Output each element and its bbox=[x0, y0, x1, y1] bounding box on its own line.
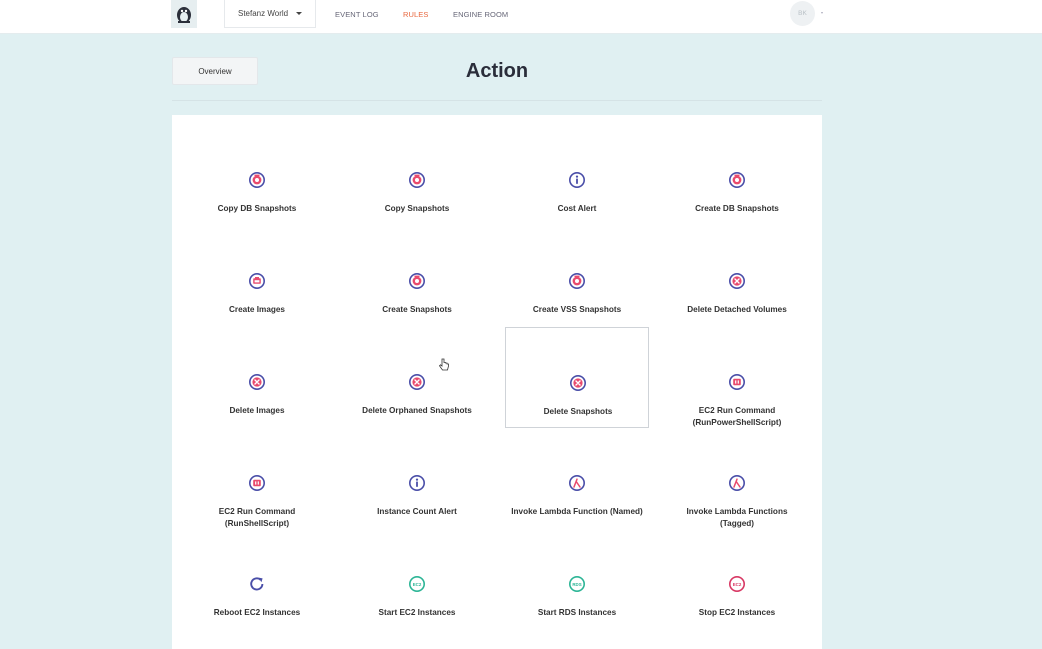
action-label-line1: Invoke Lambda Function (Named) bbox=[511, 507, 643, 516]
lambda-icon bbox=[728, 474, 746, 492]
delete-icon bbox=[569, 374, 587, 392]
action-label-line1: Create DB Snapshots bbox=[695, 204, 779, 213]
rds-start-icon: RDS bbox=[568, 575, 586, 593]
action-label: Cost Alert bbox=[505, 203, 649, 215]
nav-event-log[interactable]: EVENT LOG bbox=[335, 10, 379, 19]
action-label-line1: Create Images bbox=[229, 305, 285, 314]
action-label: Create Images bbox=[185, 304, 329, 316]
info-icon bbox=[408, 474, 426, 492]
run-command-icon bbox=[728, 373, 746, 391]
penguin-logo-icon bbox=[177, 7, 191, 23]
action-card[interactable]: Delete Snapshots bbox=[505, 327, 649, 428]
action-label: Copy DB Snapshots bbox=[185, 203, 329, 215]
action-label: EC2 Run Command (RunPowerShellScript) bbox=[665, 405, 809, 429]
reboot-icon bbox=[248, 575, 266, 593]
mouse-pointer-icon bbox=[438, 358, 449, 371]
action-label: Start EC2 Instances bbox=[345, 607, 489, 619]
action-label-line1: Start EC2 Instances bbox=[378, 608, 456, 617]
action-label: Start RDS Instances bbox=[505, 607, 649, 619]
action-label: Invoke Lambda Functions (Tagged) bbox=[665, 506, 809, 530]
action-card[interactable]: Invoke Lambda Function (Named) bbox=[505, 428, 649, 529]
action-label: Create DB Snapshots bbox=[665, 203, 809, 215]
ec2-start-icon: EC2 bbox=[408, 575, 426, 593]
action-card[interactable]: Create Images bbox=[185, 226, 329, 327]
page-title: Action bbox=[465, 60, 529, 82]
action-card[interactable]: Copy DB Snapshots bbox=[185, 125, 329, 226]
action-card[interactable]: Delete Orphaned Snapshots bbox=[345, 327, 489, 428]
snapshot-icon bbox=[728, 171, 746, 189]
action-card[interactable]: EC2 Stop EC2 Instances bbox=[665, 529, 809, 630]
action-card[interactable]: Create DB Snapshots bbox=[665, 125, 809, 226]
snapshot-icon bbox=[568, 272, 586, 290]
workspace-name: Stefanz World bbox=[238, 9, 289, 18]
action-label: Reboot EC2 Instances bbox=[185, 607, 329, 619]
action-label-line1: Delete Detached Volumes bbox=[687, 305, 787, 314]
action-label: EC2 Run Command (RunShellScript) bbox=[185, 506, 329, 530]
snapshot-icon bbox=[248, 171, 266, 189]
action-label-line1: Cost Alert bbox=[557, 204, 597, 213]
action-card[interactable]: Cost Alert bbox=[505, 125, 649, 226]
ec2-stop-icon: EC2 bbox=[728, 575, 746, 593]
action-card[interactable]: Reboot EC2 Instances bbox=[185, 529, 329, 630]
action-label: Copy Snapshots bbox=[345, 203, 489, 215]
action-label-line1: Copy Snapshots bbox=[384, 204, 450, 213]
action-card[interactable]: EC2 Run Command (RunShellScript) bbox=[185, 428, 329, 529]
action-card[interactable]: EC2 Run Command (RunPowerShellScript) bbox=[665, 327, 809, 428]
action-label-line1: Create VSS Snapshots bbox=[532, 305, 622, 314]
action-label-line1: Invoke Lambda Functions bbox=[686, 507, 788, 516]
svg-text:RDS: RDS bbox=[572, 582, 581, 587]
action-card[interactable]: Delete Detached Volumes bbox=[665, 226, 809, 327]
action-label: Instance Count Alert bbox=[345, 506, 489, 518]
action-grid: Copy DB Snapshots Copy Snapshots Cost Al… bbox=[172, 115, 822, 649]
nav-engine-room[interactable]: ENGINE ROOM bbox=[453, 10, 508, 19]
action-label-line1: Reboot EC2 Instances bbox=[213, 608, 301, 617]
action-card[interactable]: Invoke Lambda Functions (Tagged) bbox=[665, 428, 809, 529]
info-icon bbox=[568, 171, 586, 189]
action-card[interactable]: EC2 Start EC2 Instances bbox=[345, 529, 489, 630]
delete-icon bbox=[728, 272, 746, 290]
action-label-line1: Start RDS Instances bbox=[537, 608, 617, 617]
image-icon bbox=[248, 272, 266, 290]
action-label-line1: Stop EC2 Instances bbox=[698, 608, 776, 617]
action-label-line1: Copy DB Snapshots bbox=[217, 204, 297, 213]
action-label-line1: EC2 Run Command bbox=[698, 406, 776, 415]
action-label-line1: EC2 Run Command bbox=[218, 507, 296, 516]
snapshot-icon bbox=[408, 171, 426, 189]
overview-button[interactable]: Overview bbox=[172, 57, 258, 85]
action-label: Delete Orphaned Snapshots bbox=[345, 405, 489, 417]
user-menu-caret-icon[interactable] bbox=[821, 12, 823, 14]
svg-text:EC2: EC2 bbox=[733, 582, 742, 587]
action-card[interactable]: RDS Start RDS Instances bbox=[505, 529, 649, 630]
header-divider bbox=[172, 100, 822, 101]
top-navigation-bar: Stefanz World EVENT LOG RULES ENGINE ROO… bbox=[0, 0, 1042, 34]
action-card[interactable]: Create VSS Snapshots bbox=[505, 226, 649, 327]
run-command-icon bbox=[248, 474, 266, 492]
action-label: Delete Images bbox=[185, 405, 329, 417]
delete-icon bbox=[248, 373, 266, 391]
action-card[interactable]: Copy Snapshots bbox=[345, 125, 489, 226]
action-label-line1: Instance Count Alert bbox=[377, 507, 457, 516]
action-card[interactable]: Instance Count Alert bbox=[345, 428, 489, 529]
action-label-line1: Delete Orphaned Snapshots bbox=[362, 406, 472, 415]
action-label-line1: Create Snapshots bbox=[382, 305, 452, 314]
user-avatar[interactable]: BK bbox=[790, 1, 815, 26]
action-label-line1: Delete Snapshots bbox=[543, 407, 613, 416]
action-label: Delete Snapshots bbox=[506, 406, 650, 418]
action-label: Stop EC2 Instances bbox=[665, 607, 809, 619]
chevron-down-icon bbox=[296, 12, 302, 15]
action-card[interactable]: Create Snapshots bbox=[345, 226, 489, 327]
action-label-line1: Delete Images bbox=[229, 406, 285, 415]
workspace-dropdown[interactable]: Stefanz World bbox=[224, 0, 316, 28]
app-logo[interactable] bbox=[171, 0, 197, 28]
delete-icon bbox=[408, 373, 426, 391]
nav-rules[interactable]: RULES bbox=[403, 10, 429, 19]
lambda-icon bbox=[568, 474, 586, 492]
svg-text:EC2: EC2 bbox=[413, 582, 422, 587]
action-label: Create VSS Snapshots bbox=[505, 304, 649, 316]
action-label: Create Snapshots bbox=[345, 304, 489, 316]
action-card[interactable]: Delete Images bbox=[185, 327, 329, 428]
snapshot-icon bbox=[408, 272, 426, 290]
action-label: Invoke Lambda Function (Named) bbox=[505, 506, 649, 518]
action-label: Delete Detached Volumes bbox=[665, 304, 809, 316]
